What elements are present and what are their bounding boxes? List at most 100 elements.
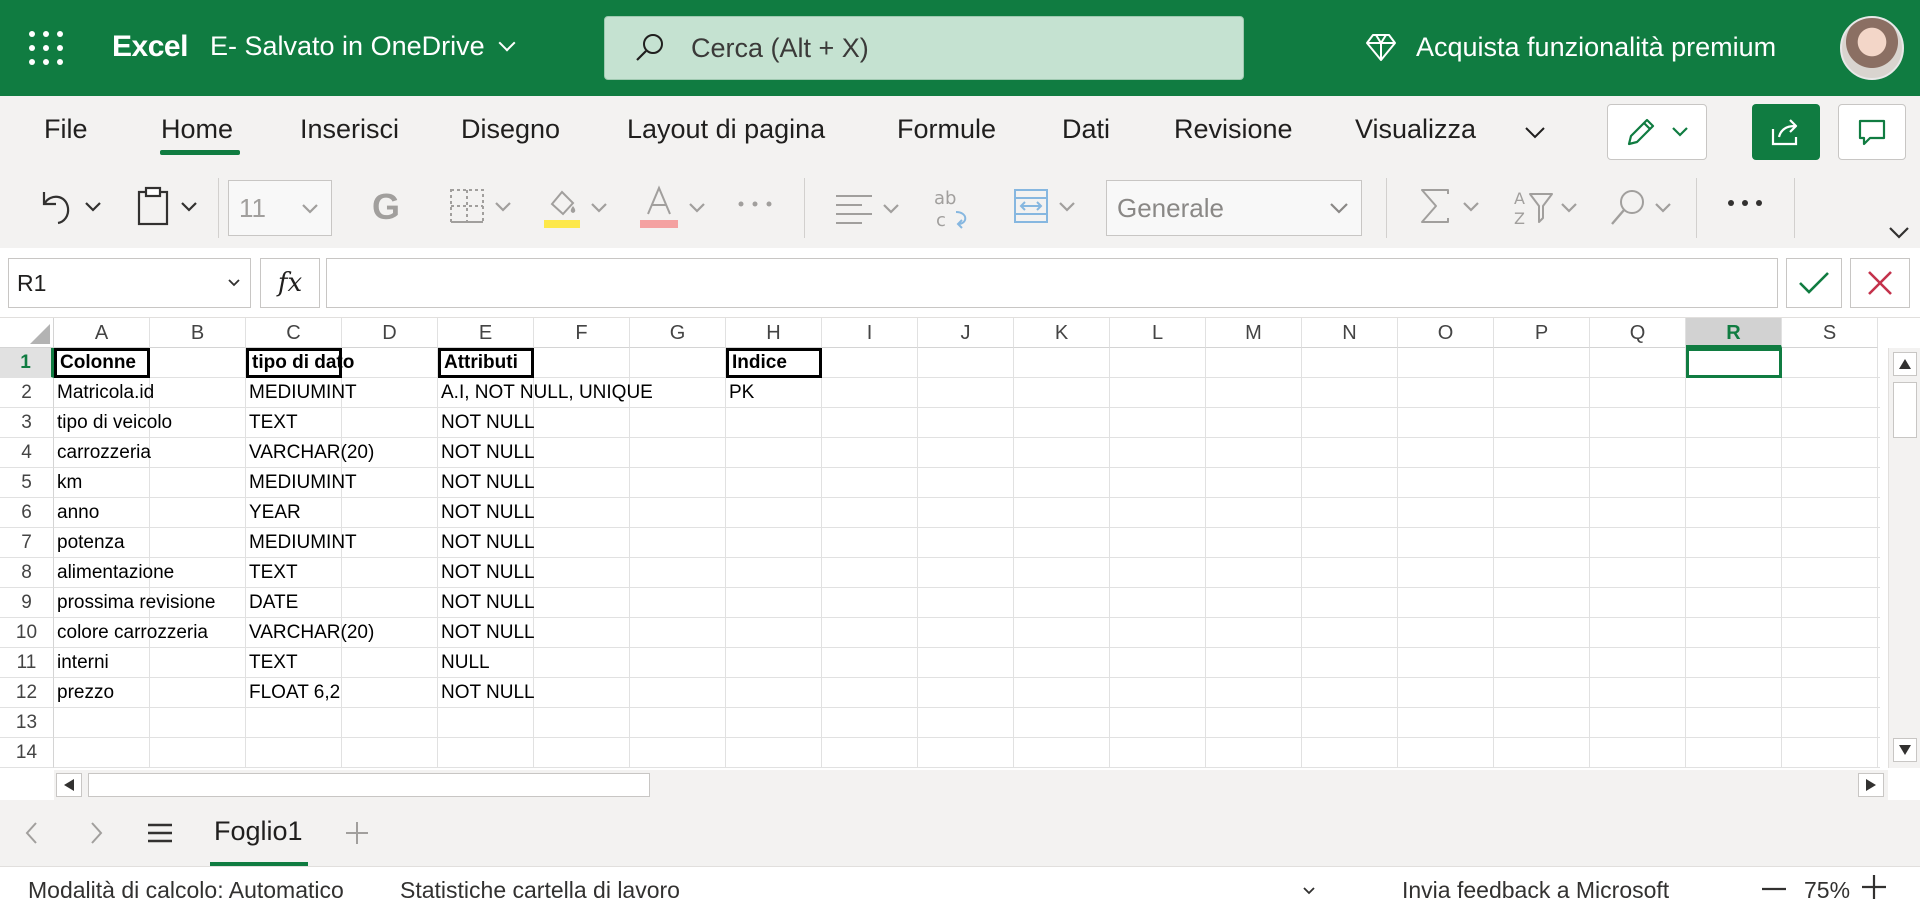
- row-header-8[interactable]: 8: [0, 558, 54, 588]
- row-header-2[interactable]: 2: [0, 378, 54, 408]
- chevron-down-icon[interactable]: [1302, 885, 1316, 897]
- column-header-s[interactable]: S: [1782, 318, 1878, 348]
- column-header-i[interactable]: I: [822, 318, 918, 348]
- column-header-q[interactable]: Q: [1590, 318, 1686, 348]
- cell-c2[interactable]: MEDIUMINT: [246, 378, 357, 408]
- share-button[interactable]: [1752, 104, 1820, 160]
- cell-e3[interactable]: NOT NULL: [438, 408, 535, 438]
- horizontal-scrollbar[interactable]: [54, 770, 1888, 800]
- column-header-a[interactable]: A: [54, 318, 150, 348]
- scroll-left-button[interactable]: [56, 773, 82, 797]
- tab-inserisci[interactable]: Inserisci: [300, 114, 399, 145]
- document-title[interactable]: E- Salvato in OneDrive: [210, 31, 516, 62]
- cell-a1[interactable]: Colonne: [54, 348, 150, 378]
- editing-mode-button[interactable]: [1607, 104, 1707, 160]
- cell-c9[interactable]: DATE: [246, 588, 298, 618]
- more-options-button[interactable]: [1726, 196, 1764, 210]
- tab-revisione[interactable]: Revisione: [1174, 114, 1293, 145]
- cell-a8[interactable]: alimentazione: [54, 558, 174, 588]
- select-all-button[interactable]: [0, 318, 54, 348]
- merge-cells-button[interactable]: [1012, 186, 1078, 226]
- cell-c6[interactable]: YEAR: [246, 498, 301, 528]
- name-box[interactable]: R1: [8, 258, 251, 308]
- cell-a2[interactable]: Matricola.id: [54, 378, 154, 408]
- paste-button[interactable]: [134, 184, 200, 228]
- row-header-4[interactable]: 4: [0, 438, 54, 468]
- chevron-down-icon[interactable]: [1886, 222, 1912, 242]
- undo-button[interactable]: [36, 184, 104, 228]
- row-header-6[interactable]: 6: [0, 498, 54, 528]
- add-sheet-button[interactable]: [344, 820, 370, 846]
- cell-a3[interactable]: tipo di veicolo: [54, 408, 172, 438]
- avatar[interactable]: [1840, 16, 1904, 80]
- cell-e7[interactable]: NOT NULL: [438, 528, 535, 558]
- cell-c4[interactable]: VARCHAR(20): [246, 438, 374, 468]
- cell-h2[interactable]: PK: [726, 378, 754, 408]
- row-header-11[interactable]: 11: [0, 648, 54, 678]
- wrap-text-button[interactable]: ab c: [932, 186, 972, 230]
- column-header-l[interactable]: L: [1110, 318, 1206, 348]
- column-header-o[interactable]: O: [1398, 318, 1494, 348]
- vertical-scroll-thumb[interactable]: [1893, 382, 1917, 438]
- row-header-7[interactable]: 7: [0, 528, 54, 558]
- zoom-in-icon[interactable]: [1862, 875, 1886, 899]
- column-header-k[interactable]: K: [1014, 318, 1110, 348]
- sheet-tab-foglio1[interactable]: Foglio1: [214, 816, 303, 847]
- cell-a9[interactable]: prossima revisione: [54, 588, 215, 618]
- number-format-select[interactable]: Generale: [1106, 180, 1362, 236]
- row-header-5[interactable]: 5: [0, 468, 54, 498]
- all-sheets-button[interactable]: [146, 820, 174, 846]
- cell-c10[interactable]: VARCHAR(20): [246, 618, 374, 648]
- horizontal-scroll-thumb[interactable]: [88, 773, 650, 797]
- cell-c7[interactable]: MEDIUMINT: [246, 528, 357, 558]
- column-header-h[interactable]: H: [726, 318, 822, 348]
- cell-a7[interactable]: potenza: [54, 528, 125, 558]
- row-header-12[interactable]: 12: [0, 678, 54, 708]
- cell-c3[interactable]: TEXT: [246, 408, 298, 438]
- column-header-j[interactable]: J: [918, 318, 1014, 348]
- tab-file[interactable]: File: [44, 114, 88, 145]
- cell-e2[interactable]: A.I, NOT NULL, UNIQUE: [438, 378, 653, 408]
- borders-button[interactable]: [448, 186, 514, 226]
- tab-disegno[interactable]: Disegno: [461, 114, 560, 145]
- sort-filter-button[interactable]: A Z: [1512, 186, 1580, 228]
- scroll-right-button[interactable]: [1858, 773, 1884, 797]
- cell-a6[interactable]: anno: [54, 498, 99, 528]
- cell-c12[interactable]: FLOAT 6,2: [246, 678, 340, 708]
- cell-e10[interactable]: NOT NULL: [438, 618, 535, 648]
- cell-e6[interactable]: NOT NULL: [438, 498, 535, 528]
- zoom-level[interactable]: 75%: [1804, 877, 1850, 904]
- row-header-10[interactable]: 10: [0, 618, 54, 648]
- font-color-button[interactable]: [638, 184, 708, 230]
- more-font-options-button[interactable]: [736, 194, 774, 214]
- spreadsheet-grid[interactable]: A B C D E F G H I J K L M N O P Q R S 1 2 3 4 5 6 7 8 9 10 11 12 13 14 Co…: [0, 318, 1920, 770]
- cancel-button[interactable]: [1850, 258, 1910, 308]
- workbook-stats-status[interactable]: Statistiche cartella di lavoro: [400, 877, 680, 904]
- column-header-g[interactable]: G: [630, 318, 726, 348]
- column-header-p[interactable]: P: [1494, 318, 1590, 348]
- cell-e4[interactable]: NOT NULL: [438, 438, 535, 468]
- cell-e1[interactable]: Attributi: [438, 348, 534, 378]
- cell-a5[interactable]: km: [54, 468, 82, 498]
- scroll-down-button[interactable]: [1893, 738, 1917, 762]
- tab-home[interactable]: Home: [161, 114, 233, 145]
- cell-c5[interactable]: MEDIUMINT: [246, 468, 357, 498]
- cell-e5[interactable]: NOT NULL: [438, 468, 535, 498]
- formula-input[interactable]: [326, 258, 1778, 308]
- comments-button[interactable]: [1838, 104, 1906, 160]
- align-button[interactable]: [834, 188, 902, 228]
- calc-mode-status[interactable]: Modalità di calcolo: Automatico: [28, 877, 344, 904]
- insert-function-button[interactable]: fx: [260, 258, 320, 308]
- column-header-n[interactable]: N: [1302, 318, 1398, 348]
- row-header-1[interactable]: 1: [0, 348, 54, 378]
- font-size-select[interactable]: 11: [228, 180, 332, 236]
- cell-h1[interactable]: Indice: [726, 348, 822, 378]
- app-launcher-icon[interactable]: [28, 30, 64, 66]
- column-header-f[interactable]: F: [534, 318, 630, 348]
- column-header-m[interactable]: M: [1206, 318, 1302, 348]
- tab-visualizza[interactable]: Visualizza: [1355, 114, 1476, 145]
- feedback-link[interactable]: Invia feedback a Microsoft: [1402, 877, 1669, 904]
- cell-e12[interactable]: NOT NULL: [438, 678, 535, 708]
- cell-e9[interactable]: NOT NULL: [438, 588, 535, 618]
- cell-e8[interactable]: NOT NULL: [438, 558, 535, 588]
